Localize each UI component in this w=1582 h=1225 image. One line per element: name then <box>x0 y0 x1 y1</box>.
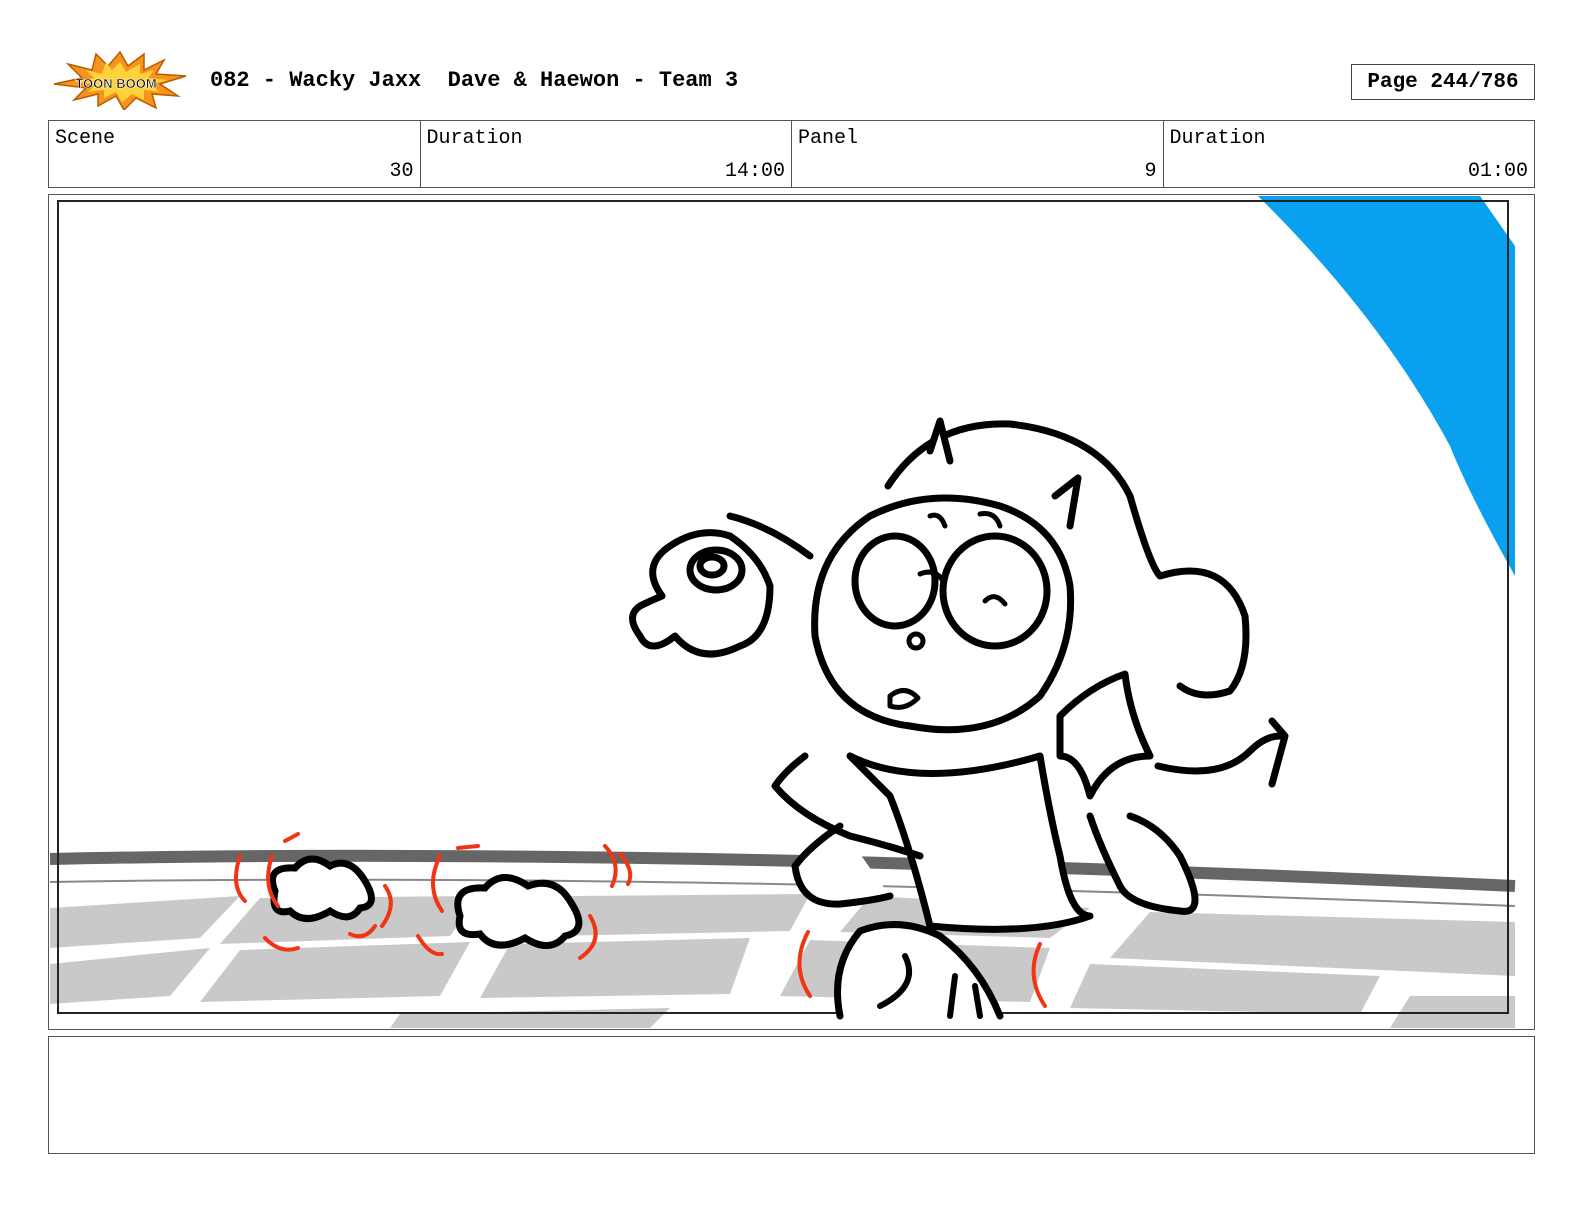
scene-cell: Scene 30 <box>49 121 421 187</box>
checkered-floor <box>50 894 1515 1028</box>
logo-text: TOON BOOM <box>75 76 156 91</box>
blue-background-shape <box>1258 196 1515 576</box>
panel-cell: Panel 9 <box>792 121 1164 187</box>
panel-duration-cell: Duration 01:00 <box>1164 121 1535 187</box>
bone-item-left <box>269 855 375 922</box>
storyboard-panel-drawing <box>50 196 1516 1028</box>
panel-value: 9 <box>1144 160 1157 183</box>
storyboard-title: 082 - Wacky Jaxx Dave & Haewon - Team 3 <box>210 68 739 93</box>
scene-label: Scene <box>55 127 116 150</box>
panel-label: Panel <box>798 127 859 150</box>
scene-duration-label: Duration <box>426 127 523 150</box>
toon-boom-logo: TOON BOOM <box>52 50 188 112</box>
panel-info-row: Scene 30 Duration 14:00 Panel 9 Duration… <box>48 120 1535 188</box>
bone-item-right <box>454 874 583 949</box>
scene-duration-cell: Duration 14:00 <box>421 121 792 187</box>
page-indicator: Page 244/786 <box>1351 64 1535 100</box>
notes-box <box>48 1036 1535 1154</box>
scene-duration-value: 14:00 <box>724 160 785 183</box>
scene-value: 30 <box>389 160 414 183</box>
panel-duration-label: Duration <box>1169 127 1266 150</box>
panel-duration-value: 01:00 <box>1467 160 1528 183</box>
